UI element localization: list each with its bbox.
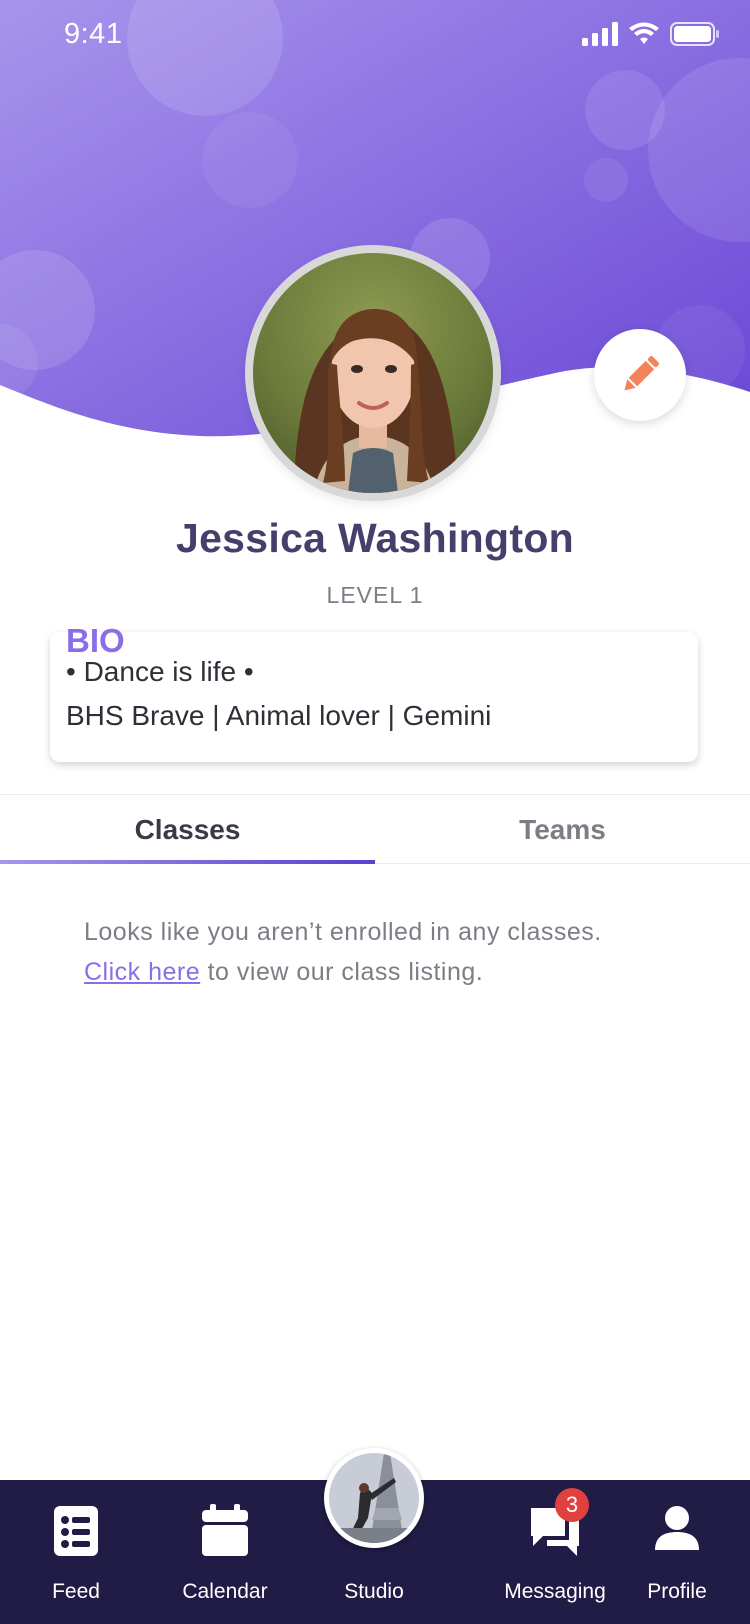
- bio-heading: BIO: [66, 622, 125, 659]
- profile-name: Jessica Washington: [175, 515, 575, 561]
- signal-bars-icon: [582, 22, 618, 46]
- edit-profile-button[interactable]: [594, 329, 686, 421]
- studio-image: [329, 1453, 419, 1543]
- tab-teams-label: Teams: [519, 814, 606, 845]
- nav-feed[interactable]: Feed: [36, 1480, 116, 1624]
- nav-calendar-label: Calendar: [182, 1580, 268, 1603]
- profile-level: LEVEL 1: [326, 582, 424, 608]
- tab-classes[interactable]: Classes: [0, 795, 375, 865]
- active-tab-indicator: [0, 860, 375, 864]
- nav-messaging-label: Messaging: [504, 1580, 606, 1603]
- class-listing-link[interactable]: Click here: [84, 958, 200, 986]
- status-bar-icons: [582, 22, 720, 46]
- bio-line-2: BHS Brave | Animal lover | Gemini: [66, 700, 492, 731]
- bio-card: • Dance is life • BHS Brave | Animal lov…: [50, 632, 698, 762]
- profile-tabs: Classes Teams: [0, 794, 750, 864]
- profile-avatar[interactable]: [245, 245, 501, 501]
- wifi-icon: [629, 22, 659, 44]
- empty-link-suffix: to view our class listing.: [200, 958, 484, 986]
- nav-studio-label: Studio: [344, 1580, 404, 1603]
- person-icon: [655, 1506, 699, 1550]
- bio-line-1: • Dance is life •: [66, 656, 254, 687]
- nav-calendar[interactable]: Calendar: [170, 1480, 280, 1624]
- nav-feed-label: Feed: [52, 1580, 100, 1603]
- tab-teams[interactable]: Teams: [375, 795, 750, 865]
- avatar-photo: [253, 253, 493, 493]
- studio-photo[interactable]: [324, 1448, 424, 1548]
- pencil-icon: [624, 356, 659, 391]
- battery-icon: [670, 22, 719, 46]
- tab-classes-label: Classes: [134, 814, 241, 845]
- status-bar-time: 9:41: [64, 18, 123, 50]
- nav-profile[interactable]: Profile: [632, 1480, 722, 1624]
- feed-list-icon: [54, 1506, 98, 1556]
- empty-classes-message: Looks like you aren’t enrolled in any cl…: [84, 912, 704, 992]
- empty-message-text: Looks like you aren’t enrolled in any cl…: [84, 918, 602, 946]
- messaging-badge: 3: [555, 1488, 589, 1522]
- calendar-icon: [202, 1504, 248, 1556]
- nav-profile-label: Profile: [647, 1580, 707, 1603]
